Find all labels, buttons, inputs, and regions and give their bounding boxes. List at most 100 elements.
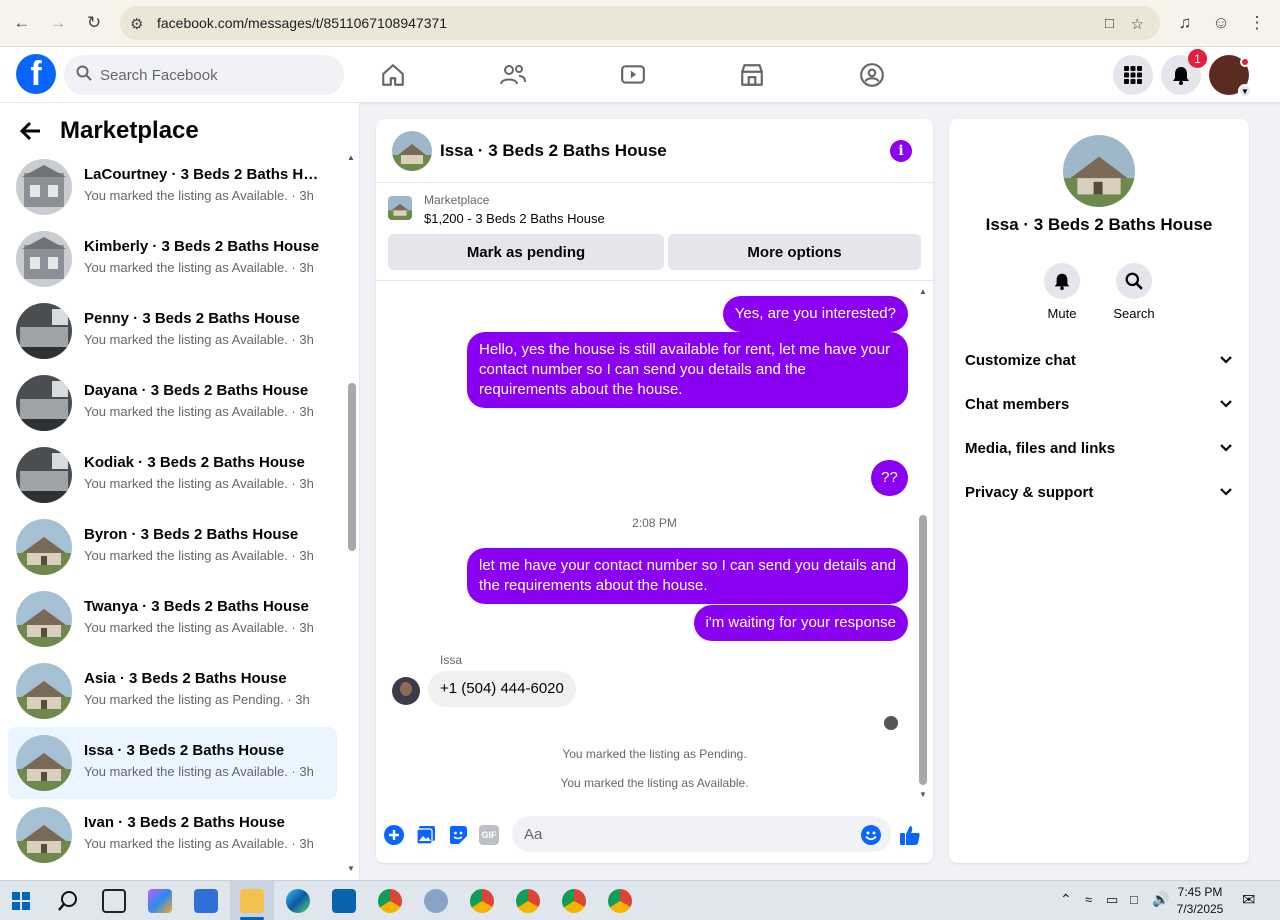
message-scroll-thumb[interactable] — [919, 515, 927, 785]
plus-icon[interactable] — [383, 824, 405, 846]
conversation-thumb — [16, 591, 72, 647]
emoji-icon[interactable] — [860, 824, 882, 846]
sidebar-title: Marketplace — [60, 117, 199, 144]
customize-chat-row[interactable]: Customize chat — [965, 340, 1233, 380]
back-arrow-icon[interactable] — [20, 121, 42, 141]
conversation-item[interactable]: Kodiak · 3 Beds 2 Baths House You marked … — [8, 439, 337, 511]
media-control-icon[interactable]: ♫ — [1172, 10, 1198, 36]
chat-title[interactable]: Issa · 3 Beds 2 Baths House — [440, 141, 667, 161]
search-input[interactable] — [100, 55, 330, 95]
network-icon[interactable]: □ — [1130, 892, 1138, 907]
address-bar[interactable]: ⚙ facebook.com/messages/t/85110671089473… — [120, 6, 1160, 40]
home-tab[interactable] — [337, 53, 449, 97]
clock-date[interactable]: 7/3/2025 — [1172, 902, 1228, 916]
privacy-support-row[interactable]: Privacy & support — [965, 472, 1233, 512]
store-icon[interactable] — [194, 889, 218, 913]
battery-icon[interactable]: ▭ — [1106, 892, 1118, 908]
install-app-icon[interactable]: □ — [1105, 15, 1114, 32]
conversation-item[interactable]: Ivan · 3 Beds 2 Baths House You marked th… — [8, 799, 337, 871]
groups-tab[interactable] — [816, 53, 928, 97]
conversation-status: You marked the listing as Available. · 3… — [84, 260, 314, 275]
forward-icon[interactable]: → — [45, 10, 71, 36]
mute-button[interactable]: Mute — [1022, 263, 1102, 321]
chat-listing-thumb[interactable] — [392, 131, 432, 171]
scroll-up-icon[interactable]: ▲ — [347, 153, 355, 162]
sticker-icon[interactable] — [447, 824, 469, 846]
chrome-profile-icon[interactable] — [516, 889, 540, 913]
chevron-down-icon — [1220, 356, 1232, 364]
notification-center-icon[interactable]: ✉ — [1242, 890, 1255, 910]
search-in-chat-button[interactable]: Search — [1094, 263, 1174, 321]
conversation-item[interactable]: LaCourtney · 3 Beds 2 Baths Hou... You ma… — [8, 151, 337, 223]
gif-icon[interactable]: GIF — [479, 825, 499, 845]
outlook-icon[interactable] — [332, 889, 356, 913]
task-view-icon[interactable] — [102, 889, 126, 913]
profile-icon[interactable]: ☺ — [1208, 10, 1234, 36]
wifi-icon[interactable]: ≈ — [1085, 892, 1092, 907]
account-avatar[interactable]: ▼ — [1209, 55, 1252, 98]
paint-icon[interactable] — [424, 889, 448, 913]
conversation-item[interactable]: Issa · 3 Beds 2 Baths House You marked th… — [8, 727, 337, 799]
conversation-item[interactable]: Twanya · 3 Beds 2 Baths House You marked … — [8, 583, 337, 655]
conversation-thumb — [16, 303, 72, 359]
bookmark-star-icon[interactable]: ☆ — [1131, 15, 1144, 33]
friends-tab[interactable] — [457, 53, 569, 97]
video-tab[interactable] — [577, 53, 689, 97]
scroll-down-icon[interactable]: ▼ — [919, 790, 927, 799]
facebook-logo[interactable]: f — [16, 54, 56, 94]
conversation-thumb — [16, 807, 72, 863]
more-options-button[interactable]: More options — [668, 234, 921, 270]
reload-icon[interactable]: ↻ — [81, 10, 107, 36]
conversation-item[interactable]: Kimberly · 3 Beds 2 Baths House You marke… — [8, 223, 337, 295]
tray-chevron-icon[interactable]: ⌃ — [1060, 891, 1072, 908]
browser-menu-icon[interactable]: ⋮ — [1244, 10, 1270, 36]
chat-panel: Issa · 3 Beds 2 Baths House i Marketplac… — [376, 119, 933, 863]
photo-icon[interactable] — [415, 824, 437, 846]
like-icon[interactable] — [899, 824, 921, 846]
url-text[interactable]: facebook.com/messages/t/8511067108947371 — [157, 15, 447, 31]
message-input[interactable] — [512, 816, 891, 852]
edge-icon[interactable] — [286, 889, 310, 913]
notifications-button[interactable]: 1 — [1161, 49, 1207, 95]
copilot-icon[interactable] — [148, 889, 172, 913]
media-files-links-row[interactable]: Media, files and links — [965, 428, 1233, 468]
chat-members-row[interactable]: Chat members — [965, 384, 1233, 424]
sender-avatar[interactable] — [392, 677, 420, 705]
message-scrollbar[interactable]: ▲ ▼ — [918, 287, 928, 799]
outgoing-message[interactable]: Yes, are you interested? — [722, 296, 908, 332]
menu-button[interactable] — [1113, 55, 1153, 95]
site-settings-icon[interactable]: ⚙ — [130, 15, 143, 33]
search-box[interactable] — [64, 55, 344, 95]
listing-thumb[interactable] — [388, 196, 412, 220]
chrome-profile-icon[interactable] — [562, 889, 586, 913]
incoming-message[interactable]: +1 (504) 444-6020 — [428, 671, 576, 707]
back-icon[interactable]: ← — [9, 10, 35, 36]
outgoing-message[interactable]: ?? — [871, 460, 908, 496]
windows-start-icon[interactable] — [12, 892, 30, 910]
conversation-item[interactable]: Byron · 3 Beds 2 Baths House You marked t… — [8, 511, 337, 583]
info-icon[interactable]: i — [890, 140, 912, 162]
conversation-name: Penny · 3 Beds 2 Baths House — [84, 310, 300, 327]
sidebar-scroll-thumb[interactable] — [348, 383, 356, 551]
volume-icon[interactable]: 🔊 — [1152, 891, 1169, 908]
chrome-icon[interactable] — [378, 889, 402, 913]
details-title: Issa · 3 Beds 2 Baths House — [985, 215, 1213, 234]
scroll-down-icon[interactable]: ▼ — [347, 864, 355, 873]
sidebar-scrollbar[interactable]: ▲ ▼ — [347, 153, 356, 873]
chrome-profile-icon[interactable] — [470, 889, 494, 913]
outgoing-message[interactable]: let me have your contact number so I can… — [467, 548, 908, 604]
marketplace-tab[interactable] — [696, 53, 808, 97]
mark-pending-button[interactable]: Mark as pending — [388, 234, 664, 270]
scroll-up-icon[interactable]: ▲ — [919, 287, 927, 296]
outgoing-message[interactable]: i'm waiting for your response — [693, 605, 908, 641]
conversation-item[interactable]: Asia · 3 Beds 2 Baths House You marked th… — [8, 655, 337, 727]
listing-price[interactable]: $1,200 - 3 Beds 2 Baths House — [424, 211, 605, 226]
file-explorer-icon[interactable] — [240, 889, 264, 913]
conversation-item[interactable]: Dayana · 3 Beds 2 Baths House You marked … — [8, 367, 337, 439]
clock-time[interactable]: 7:45 PM — [1172, 885, 1228, 899]
details-listing-thumb[interactable] — [1063, 135, 1135, 207]
outgoing-message[interactable]: Hello, yes the house is still available … — [467, 332, 908, 408]
conversation-item[interactable]: Penny · 3 Beds 2 Baths House You marked t… — [8, 295, 337, 367]
taskbar-search-icon[interactable] — [57, 890, 79, 912]
chrome-profile-icon[interactable] — [608, 889, 632, 913]
